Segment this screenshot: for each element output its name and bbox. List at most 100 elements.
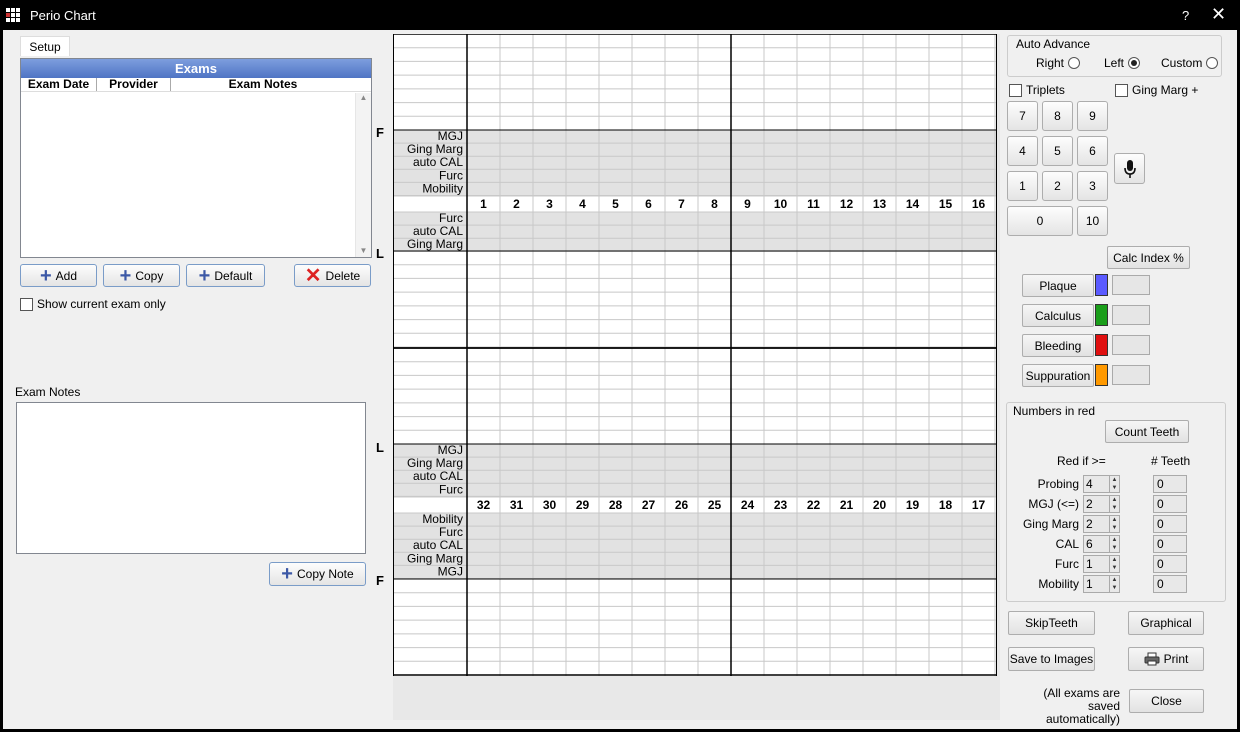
exams-list[interactable]: Exams Exam Date Provider Exam Notes ▲ ▼	[20, 58, 372, 258]
default-exam-button[interactable]: + Default	[186, 264, 265, 287]
radio-circle[interactable]	[1206, 57, 1219, 69]
close-button[interactable]: Close	[1129, 689, 1204, 713]
lower-tooth-number: 21	[840, 498, 854, 512]
upper-tooth-number: 13	[873, 197, 887, 211]
key-6[interactable]: 6	[1077, 136, 1108, 166]
triplets-checkbox[interactable]: Triplets	[1009, 83, 1065, 97]
lower-tooth-number: 29	[576, 498, 590, 512]
help-button[interactable]: ?	[1182, 8, 1189, 23]
graphical-button[interactable]: Graphical	[1128, 611, 1204, 635]
lower-tooth-number: 24	[741, 498, 755, 512]
upper-tooth-number: 1	[480, 197, 487, 211]
bleeding-color-swatch	[1095, 334, 1108, 356]
threshold-spinner[interactable]: 2 ▲ ▼	[1083, 515, 1120, 533]
upper-tooth-number: 3	[546, 197, 553, 211]
col-exam-notes[interactable]: Exam Notes	[171, 78, 355, 91]
suppuration-color-swatch	[1095, 364, 1108, 386]
calc-index-button[interactable]: Calc Index %	[1107, 246, 1190, 269]
radio-circle-selected[interactable]	[1128, 57, 1141, 69]
key-4[interactable]: 4	[1007, 136, 1038, 166]
radio-circle[interactable]	[1068, 57, 1081, 69]
key-5[interactable]: 5	[1042, 136, 1073, 166]
key-9[interactable]: 9	[1077, 101, 1108, 131]
threshold-spinner[interactable]: 2 ▲ ▼	[1083, 495, 1120, 513]
key-0[interactable]: 0	[1007, 206, 1073, 236]
key-7[interactable]: 7	[1007, 101, 1038, 131]
spinner-arrows-icon[interactable]: ▲ ▼	[1109, 476, 1119, 492]
teeth-count-box: 0	[1153, 575, 1187, 593]
spinner-arrows-icon[interactable]: ▲ ▼	[1109, 516, 1119, 532]
lower-tooth-number: 31	[510, 498, 524, 512]
checkbox-box[interactable]	[1009, 83, 1022, 97]
threshold-spinner[interactable]: 6 ▲ ▼	[1083, 535, 1120, 553]
teeth-count-box: 0	[1153, 495, 1187, 513]
tab-setup[interactable]: Setup	[20, 36, 70, 56]
key-1[interactable]: 1	[1007, 171, 1038, 201]
spinner-arrows-icon[interactable]: ▲ ▼	[1109, 496, 1119, 512]
plus-icon: +	[39, 264, 52, 287]
upper-tooth-number: 2	[513, 197, 520, 211]
chart-grid-svg[interactable]: MGJGing Margauto CALFurcMobility1 2 3 4 5 6 7 8…	[393, 34, 997, 676]
save-to-images-button[interactable]: Save to Images	[1008, 647, 1095, 671]
upper-facial-label: Ging Marg	[407, 142, 463, 156]
spinner-arrows-icon[interactable]: ▲ ▼	[1109, 576, 1119, 592]
lower-facial-label: Mobility	[422, 512, 463, 526]
key-3[interactable]: 3	[1077, 171, 1108, 201]
upper-tooth-number: 10	[774, 197, 788, 211]
col-provider[interactable]: Provider	[97, 78, 171, 91]
red-if-header: Red if >=	[1057, 454, 1106, 468]
key-8[interactable]: 8	[1042, 101, 1073, 131]
key-2[interactable]: 2	[1042, 171, 1073, 201]
microphone-icon	[1123, 159, 1136, 178]
delete-exam-button[interactable]: ✕ Delete	[294, 264, 371, 287]
key-10[interactable]: 10	[1077, 206, 1108, 236]
threshold-value: 2	[1086, 497, 1093, 511]
calculus-color-swatch	[1095, 304, 1108, 326]
checkbox-box[interactable]	[1115, 83, 1128, 97]
perio-chart-grid[interactable]: MGJ Ging Marg auto CAL Furc Mobility 1 2 3 4 5 6 7 8…	[393, 34, 1000, 720]
print-button[interactable]: Print	[1128, 647, 1204, 671]
suppuration-button[interactable]: Suppuration	[1022, 364, 1094, 387]
lower-tooth-number: 20	[873, 498, 887, 512]
close-window-icon[interactable]: ✕	[1211, 4, 1226, 24]
upper-lingual-label: Ging Marg	[407, 237, 463, 251]
threshold-spinner[interactable]: 1 ▲ ▼	[1083, 575, 1120, 593]
bleeding-button[interactable]: Bleeding	[1022, 334, 1094, 357]
threshold-spinner[interactable]: 4 ▲ ▼	[1083, 475, 1120, 493]
lower-lingual-label: auto CAL	[413, 469, 463, 483]
upper-tooth-number: 16	[972, 197, 986, 211]
spinner-arrows-icon[interactable]: ▲ ▼	[1109, 556, 1119, 572]
microphone-button[interactable]	[1114, 153, 1145, 184]
upper-tooth-number: 12	[840, 197, 854, 211]
ging-marg-plus-checkbox[interactable]: Ging Marg +	[1115, 83, 1198, 97]
lower-tooth-number: 23	[774, 498, 788, 512]
teeth-count-box: 0	[1153, 555, 1187, 573]
title-bar: Perio Chart ? ✕	[0, 0, 1240, 30]
copy-exam-button[interactable]: + Copy	[103, 264, 180, 287]
add-exam-button[interactable]: + Add	[20, 264, 97, 287]
label-band	[393, 212, 997, 252]
lower-lingual-label: Furc	[439, 482, 463, 496]
checkbox-box[interactable]	[20, 297, 33, 311]
auto-advance-label: Auto Advance	[1016, 37, 1091, 51]
exam-notes-textarea[interactable]	[16, 402, 366, 554]
spinner-arrows-icon[interactable]: ▲ ▼	[1109, 536, 1119, 552]
num-teeth-header: # Teeth	[1151, 454, 1191, 468]
plaque-button[interactable]: Plaque	[1022, 274, 1094, 297]
col-exam-date[interactable]: Exam Date	[21, 78, 97, 91]
radio-custom[interactable]: Custom	[1161, 56, 1219, 70]
threshold-value: 2	[1086, 517, 1093, 531]
copy-note-button[interactable]: + Copy Note	[269, 562, 366, 586]
lower-tooth-number: 26	[675, 498, 689, 512]
teeth-count-box: 0	[1153, 535, 1187, 553]
plaque-index-box	[1112, 275, 1150, 295]
upper-tooth-number: 15	[939, 197, 953, 211]
show-current-checkbox[interactable]: Show current exam only	[20, 297, 166, 311]
calculus-button[interactable]: Calculus	[1022, 304, 1094, 327]
skip-teeth-button[interactable]: SkipTeeth	[1008, 611, 1095, 635]
count-teeth-button[interactable]: Count Teeth	[1105, 420, 1189, 443]
exams-scrollbar[interactable]: ▲ ▼	[355, 93, 371, 257]
radio-left[interactable]: Left	[1104, 56, 1141, 70]
threshold-spinner[interactable]: 1 ▲ ▼	[1083, 555, 1120, 573]
radio-right[interactable]: Right	[1036, 56, 1081, 70]
